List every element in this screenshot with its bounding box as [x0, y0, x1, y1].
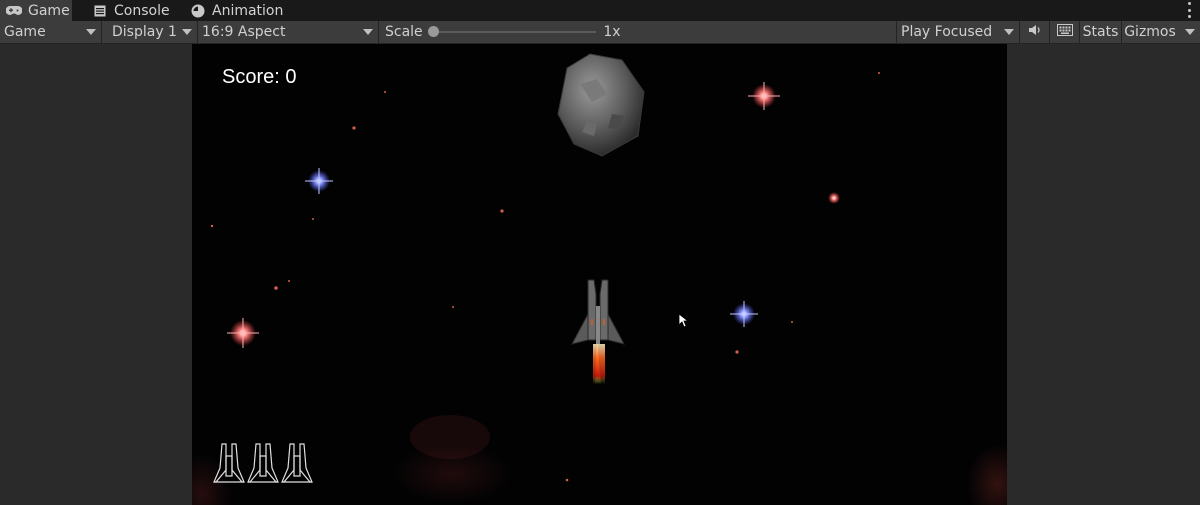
- scale-value: 1x: [603, 24, 621, 40]
- star-sparkle-blue: [730, 301, 758, 327]
- display-label: Display 1: [112, 24, 177, 40]
- tab-console[interactable]: Console: [92, 0, 170, 21]
- keyboard-shortcuts-button[interactable]: [1050, 21, 1080, 43]
- nebula-dust: [410, 415, 490, 459]
- tab-animation[interactable]: Animation: [190, 0, 283, 21]
- chevron-down-icon: [1004, 29, 1014, 35]
- score-label: Score: 0: [222, 66, 297, 88]
- scale-label: Scale: [385, 24, 423, 40]
- mute-audio-button[interactable]: [1020, 21, 1050, 43]
- aspect-label: 16:9 Aspect: [202, 24, 286, 40]
- stats-button[interactable]: Stats: [1080, 21, 1122, 43]
- display-dropdown[interactable]: Display 1: [102, 21, 198, 43]
- keyboard-icon: [1056, 24, 1073, 40]
- chevron-down-icon: [182, 29, 192, 35]
- star-sparkle-red: [227, 318, 259, 348]
- more-options-icon[interactable]: [1186, 2, 1192, 18]
- player-ship: [571, 279, 625, 384]
- play-mode-label: Play Focused: [901, 24, 993, 40]
- aspect-dropdown[interactable]: 16:9 Aspect: [198, 21, 379, 43]
- tab-animation-label: Animation: [212, 2, 284, 19]
- asteroid: [557, 53, 645, 157]
- chevron-down-icon: [86, 29, 96, 35]
- starfield: [210, 53, 880, 483]
- gizmos-dropdown[interactable]: [1178, 21, 1200, 43]
- game-toolbar: Game Display 1 16:9 Aspect Scale 1x Play…: [0, 21, 1200, 44]
- mouse-cursor-icon: [678, 313, 690, 332]
- tab-bar: Game Console Animation: [0, 0, 1200, 21]
- scale-slider-track[interactable]: [434, 31, 596, 33]
- gamepad-icon: [6, 4, 22, 18]
- chevron-down-icon: [1185, 29, 1195, 35]
- game-render-area[interactable]: Score: 0: [192, 44, 1007, 505]
- tab-game-label: Game: [28, 2, 70, 19]
- lives-icons: [213, 443, 313, 483]
- view-mode-label: Game: [4, 24, 46, 40]
- tab-console-label: Console: [114, 2, 170, 19]
- star-sparkle-red: [828, 192, 840, 204]
- speaker-icon: [1028, 24, 1042, 40]
- small-stars: [210, 72, 880, 482]
- animation-icon: [190, 4, 206, 18]
- gizmos-button[interactable]: Gizmos: [1122, 21, 1178, 43]
- view-mode-dropdown[interactable]: Game: [0, 21, 102, 43]
- scale-slider-handle[interactable]: [428, 26, 439, 37]
- chevron-down-icon: [363, 29, 373, 35]
- play-mode-dropdown[interactable]: Play Focused: [896, 21, 1020, 43]
- star-sparkle-blue: [305, 168, 333, 194]
- tab-game[interactable]: Game: [0, 0, 72, 21]
- console-icon: [92, 4, 108, 18]
- star-sparkle-red: [748, 82, 780, 110]
